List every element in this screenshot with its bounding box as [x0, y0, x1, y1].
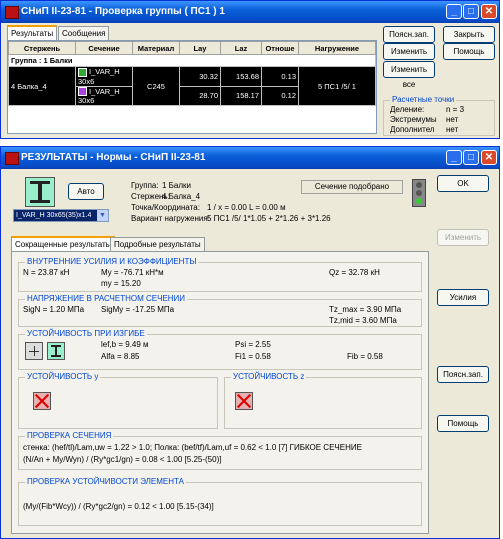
forces-button[interactable]: Усилия — [437, 289, 489, 306]
not-applicable-icon — [33, 392, 51, 410]
not-applicable-icon — [235, 392, 253, 410]
results-window: РЕЗУЛЬТАТЫ - Нормы - СНиП II-23-81 _ □ ✕… — [0, 146, 500, 539]
change-button[interactable]: Изменить — [383, 43, 435, 60]
group-check-titlebar[interactable]: СНиП II-23-81 - Проверка группы ( ПС1 ) … — [1, 1, 499, 23]
explain-button[interactable]: Поясн.зап. — [437, 366, 489, 383]
element-stability-check: ПРОВЕРКА УСТОЙЧИВОСТИ ЭЛЕМЕНТА (My/(Fib*… — [18, 477, 422, 526]
section-type-icon — [78, 67, 87, 77]
col-laz[interactable]: Laz — [220, 41, 262, 55]
help-button[interactable]: Помощь — [443, 43, 495, 60]
explain-button[interactable]: Поясн.зап. — [383, 26, 435, 43]
calc-points-group: Расчетные точки Деление: n = 3 Экстремум… — [383, 95, 495, 136]
short-results-panel: ВНУТРЕННИЕ УСИЛИЯ И КОЭФФИЦИЕНТЫ N = 23.… — [11, 251, 429, 534]
forces-section: ВНУТРЕННИЕ УСИЛИЯ И КОЭФФИЦИЕНТЫ N = 23.… — [18, 257, 422, 292]
help-button[interactable]: Помощь — [437, 415, 489, 432]
stability-z-section: УСТОЙЧИВОСТЬ z — [224, 372, 422, 429]
auto-button[interactable]: Авто — [68, 183, 104, 200]
stability-y-section: УСТОЙЧИВОСТЬ y — [18, 372, 218, 429]
maximize-icon[interactable]: □ — [463, 4, 479, 19]
tab-detailed-results[interactable]: Подробные результаты — [110, 237, 205, 251]
maximize-icon[interactable]: □ — [463, 150, 479, 165]
tab-results[interactable]: Результаты — [7, 25, 58, 40]
bar-cell: 4 Балка_4 — [8, 65, 76, 107]
results-titlebar[interactable]: РЕЗУЛЬТАТЫ - Нормы - СНиП II-23-81 _ □ ✕ — [1, 147, 499, 169]
col-load[interactable]: Нагружение — [298, 41, 376, 55]
minimize-icon[interactable]: _ — [446, 150, 462, 165]
change-all-button[interactable]: Изменить все — [383, 61, 435, 89]
col-material[interactable]: Материал — [132, 41, 180, 55]
bending-scheme-icon[interactable] — [25, 342, 43, 360]
window-title: СНиП II-23-81 - Проверка группы ( ПС1 ) … — [21, 6, 225, 17]
status-field: Сечение подобрано — [301, 180, 403, 194]
chevron-down-icon[interactable]: ▼ — [97, 210, 108, 221]
results-table-panel: Стержень Сечение Материал Lay Laz Отноше… — [7, 40, 377, 134]
bending-section: УСТОЙЧИВОСТЬ ПРИ ИЗГИБЕ lef,b = 9.49 м A… — [18, 329, 422, 370]
group-row[interactable]: Группа : 1 Балки — [8, 54, 376, 67]
close-button[interactable]: Закрыть — [443, 26, 495, 43]
section-beam-icon[interactable] — [47, 342, 65, 360]
table-header: Стержень Сечение Материал Lay Laz Отноше… — [8, 41, 376, 55]
minimize-icon[interactable]: _ — [446, 4, 462, 19]
tab-messages[interactable]: Сообщения — [58, 26, 110, 40]
close-icon[interactable]: ✕ — [481, 150, 497, 165]
tab-short-results[interactable]: Сокращенные результаты — [11, 236, 116, 251]
app-icon — [5, 152, 19, 165]
change-button[interactable]: Изменить — [437, 229, 489, 246]
close-icon[interactable]: ✕ — [481, 4, 497, 19]
results-table: Стержень Сечение Материал Lay Laz Отноше… — [8, 41, 376, 107]
table-row[interactable]: 4 Балка_4 I_VAR_H 30x6 C245 30.32 153.68… — [8, 65, 376, 107]
group-check-window: СНиП II-23-81 - Проверка группы ( ПС1 ) … — [0, 0, 500, 139]
section-type-icon — [78, 87, 87, 97]
col-section[interactable]: Сечение — [75, 41, 133, 55]
window-title: РЕЗУЛЬТАТЫ - Нормы - СНиП II-23-81 — [21, 152, 206, 163]
calc-points-title: Расчетные точки — [390, 95, 457, 104]
traffic-light-icon — [412, 179, 426, 207]
section-check: ПРОВЕРКА СЕЧЕНИЯ стенка: (hef/tl)/Lam,uw… — [18, 431, 422, 470]
col-ratio[interactable]: Отноше — [261, 41, 299, 55]
ok-button[interactable]: OK — [437, 175, 489, 192]
col-bar[interactable]: Стержень — [8, 41, 76, 55]
section-preview-icon[interactable] — [25, 177, 55, 207]
section-select[interactable]: I_VAR_H 30x65(35)x1.4 ▼ — [13, 209, 109, 222]
stress-section: НАПРЯЖЕНИЕ В РАСЧЕТНОМ СЕЧЕНИИ SigN = 1.… — [18, 294, 422, 327]
app-icon — [5, 6, 19, 19]
col-lay[interactable]: Lay — [179, 41, 221, 55]
